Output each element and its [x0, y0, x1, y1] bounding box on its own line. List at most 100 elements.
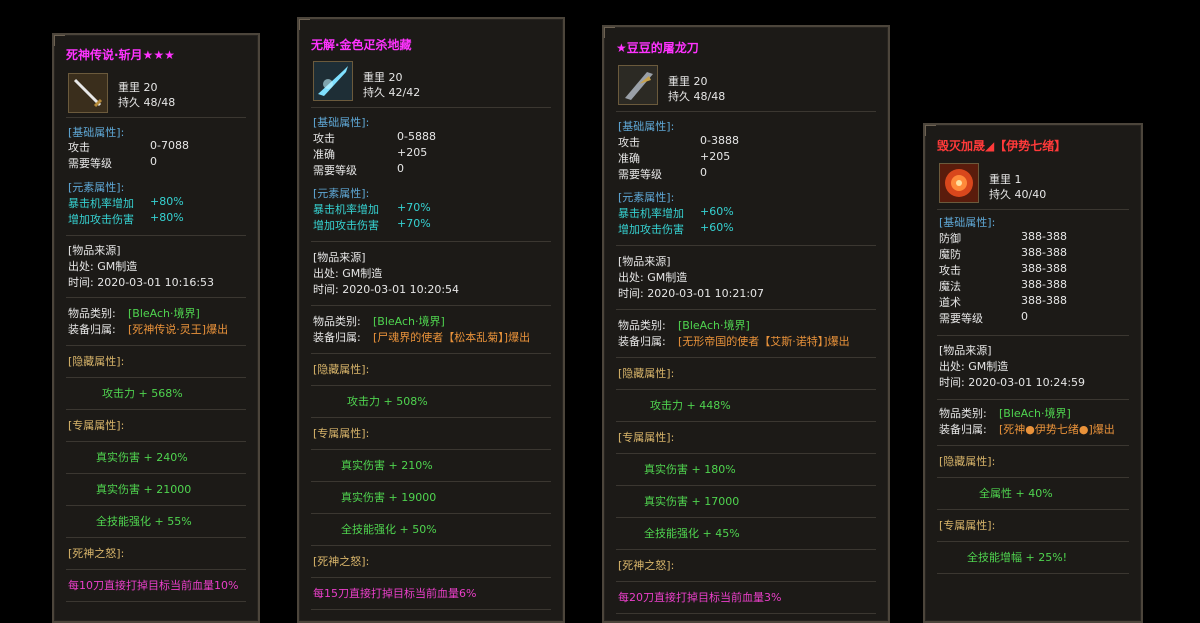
divider [616, 485, 876, 486]
exclusive-stat: 真实伤害 + 240% [96, 451, 188, 464]
exclusive-stat: 全技能增幅 + 25%! [967, 551, 1068, 564]
item-tooltip-3: ★豆豆的屠龙刀 重里 20 持久 48/48 [基础属性]: 攻击 0-3888… [602, 25, 890, 623]
wrath-header: [死神之怒]: [313, 555, 370, 568]
weight-text: 重里 20 [363, 71, 403, 84]
divider [311, 577, 551, 578]
time-text: 时间: 2020-03-01 10:20:54 [313, 283, 460, 296]
stat-value: 388-388 [1021, 294, 1067, 307]
hidden-header: [隐藏属性]: [939, 455, 996, 468]
time-text: 时间: 2020-03-01 10:24:59 [939, 376, 1086, 389]
category-label: 物品类别: [313, 315, 361, 328]
stat-value: 388-388 [1021, 262, 1067, 275]
owner-label: 装备归属: [618, 335, 666, 348]
stat-label: 需要等级 [313, 164, 357, 177]
exclusive-stat: 真实伤害 + 210% [341, 459, 433, 472]
stat-label: 需要等级 [618, 168, 662, 181]
elem-value: +80% [150, 211, 184, 224]
hidden-stat: 攻击力 + 568% [102, 387, 183, 400]
hidden-header: [隐藏属性]: [68, 355, 125, 368]
elem-value: +70% [397, 201, 431, 214]
stat-value: 0 [397, 162, 404, 175]
base-header: [基础属性]: [313, 116, 370, 129]
source-text: 出处: GM制造 [313, 267, 383, 280]
divider [937, 445, 1129, 446]
wrath-text: 每15刀直接打掉目标当前血量6% [313, 587, 477, 600]
exclusive-stat: 真实伤害 + 17000 [644, 495, 740, 508]
stat-label: 攻击 [313, 132, 335, 145]
elem-header: [元素属性]: [68, 181, 125, 194]
stat-label: 防御 [939, 232, 961, 245]
stat-value: 388-388 [1021, 278, 1067, 291]
category-value: [BleAch·境界] [999, 407, 1071, 420]
stat-label: 需要等级 [68, 157, 112, 170]
divider [66, 441, 246, 442]
stat-value: +205 [700, 150, 731, 163]
owner-value: [无形帝国的使者【艾斯·诺特】]爆出 [678, 335, 850, 348]
panel-corner [925, 125, 936, 136]
divider [616, 421, 876, 422]
wrath-text: 每10刀直接打掉目标当前血量10% [68, 579, 239, 592]
divider [311, 609, 551, 610]
source-text: 出处: GM制造 [939, 360, 1009, 373]
base-header: [基础属性]: [68, 126, 125, 139]
item-tooltip-4: 毁灭加晟◢【伊势七绪】 重里 1 持久 40/40 [基础属性]: 防御 388… [923, 123, 1143, 623]
category-value: [BleAch·境界] [678, 319, 750, 332]
stat-value: 388-388 [1021, 246, 1067, 259]
stat-label: 攻击 [618, 136, 640, 149]
weight-text: 重里 20 [118, 81, 158, 94]
wrath-text: 每20刀直接打掉目标当前血量3% [618, 591, 782, 604]
divider [66, 345, 246, 346]
item-tooltip-1: 死神传说·斩月★★★ 重里 20 持久 48/48 [基础属性]: 攻击 0-7… [52, 33, 260, 623]
divider [66, 235, 246, 236]
panel-corner [604, 27, 615, 38]
exclusive-stat: 真实伤害 + 19000 [341, 491, 437, 504]
stat-label: 攻击 [68, 141, 90, 154]
divider [311, 305, 551, 306]
hidden-stat: 攻击力 + 448% [650, 399, 731, 412]
divider [616, 245, 876, 246]
hidden-stat: 攻击力 + 508% [347, 395, 428, 408]
owner-value: [死神传说·灵王]爆出 [128, 323, 229, 336]
divider [311, 241, 551, 242]
divider [937, 209, 1129, 210]
spear-icon [313, 61, 353, 101]
source-text: 出处: GM制造 [68, 260, 138, 273]
exclusive-stat: 真实伤害 + 21000 [96, 483, 192, 496]
divider [616, 549, 876, 550]
divider [66, 473, 246, 474]
divider [616, 389, 876, 390]
category-label: 物品类别: [618, 319, 666, 332]
stat-value: 0 [700, 166, 707, 179]
exclusive-header: [专属属性]: [313, 427, 370, 440]
exclusive-header: [专属属性]: [939, 519, 996, 532]
elem-label: 增加攻击伤害 [618, 223, 684, 236]
divider [66, 569, 246, 570]
divider [616, 581, 876, 582]
elem-value: +60% [700, 205, 734, 218]
exclusive-stat: 全技能强化 + 50% [341, 523, 437, 536]
stat-value: 0-3888 [700, 134, 739, 147]
divider [311, 353, 551, 354]
hidden-header: [隐藏属性]: [313, 363, 370, 376]
divider [937, 477, 1129, 478]
panel-corner [299, 19, 310, 30]
elem-value: +70% [397, 217, 431, 230]
stat-label: 准确 [313, 148, 335, 161]
stat-label: 魔法 [939, 280, 961, 293]
durability-text: 持久 48/48 [668, 90, 726, 103]
item-title: ★豆豆的屠龙刀 [616, 41, 699, 55]
elem-value: +80% [150, 195, 184, 208]
blade-icon [618, 65, 658, 105]
divider [311, 107, 551, 108]
item-tooltip-2: 无解·金色疋杀地藏 重里 20 持久 42/42 [基础属性]: 攻击 0-58… [297, 17, 565, 623]
durability-text: 持久 40/40 [989, 188, 1047, 201]
divider [311, 449, 551, 450]
divider [937, 335, 1129, 336]
source-header: [物品来源] [68, 244, 121, 257]
time-text: 时间: 2020-03-01 10:21:07 [618, 287, 765, 300]
divider [66, 409, 246, 410]
exclusive-stat: 真实伤害 + 180% [644, 463, 736, 476]
divider [311, 385, 551, 386]
divider [311, 545, 551, 546]
stat-value: 0 [150, 155, 157, 168]
